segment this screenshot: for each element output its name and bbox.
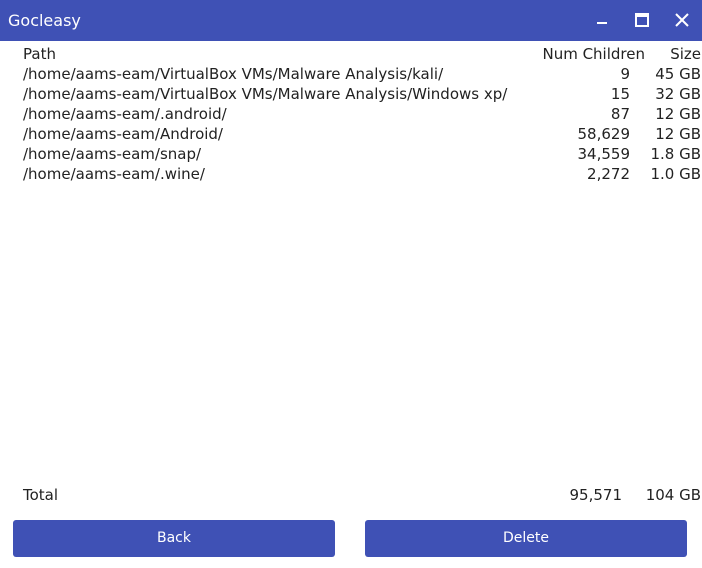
maximize-icon (635, 13, 649, 27)
minimize-button[interactable] (582, 0, 622, 41)
minimize-icon (597, 22, 607, 24)
row-path: /home/aams-eam/Android/ (23, 125, 223, 143)
column-header-path[interactable]: Path (23, 44, 56, 64)
row-children: 15 (610, 85, 630, 103)
column-header-children[interactable]: Num Children (542, 44, 645, 64)
row-children: 34,559 (577, 145, 631, 163)
row-size: 45 GB (655, 65, 701, 83)
row-size: 12 GB (655, 105, 701, 123)
row-path: /home/aams-eam/snap/ (23, 145, 202, 163)
column-header-size[interactable]: Size (670, 44, 701, 64)
row-children: 58,629 (577, 125, 631, 143)
row-size: 1.0 GB (650, 165, 701, 183)
back-button[interactable]: Back (13, 520, 335, 557)
maximize-button[interactable] (622, 0, 662, 41)
table-header: Path Num Children Size (0, 44, 702, 64)
table-row[interactable]: /home/aams-eam/.wine/ 2,272 1.0 GB (0, 164, 702, 184)
table-row[interactable]: /home/aams-eam/.android/ 87 12 GB (0, 104, 702, 124)
row-size: 32 GB (655, 85, 701, 103)
close-button[interactable] (662, 0, 702, 41)
delete-button[interactable]: Delete (365, 520, 687, 557)
row-children: 9 (620, 65, 630, 83)
title-bar[interactable]: Gocleasy (0, 0, 702, 41)
total-size: 104 GB (645, 486, 701, 504)
table-row[interactable]: /home/aams-eam/VirtualBox VMs/Malware An… (0, 64, 702, 84)
row-path: /home/aams-eam/VirtualBox VMs/Malware An… (23, 85, 508, 103)
row-size: 1.8 GB (650, 145, 701, 163)
total-children: 95,571 (569, 486, 623, 504)
close-icon (675, 13, 689, 27)
row-children: 2,272 (587, 165, 630, 183)
results-table: Path Num Children Size /home/aams-eam/Vi… (0, 44, 702, 184)
total-row: Total 95,571 104 GB (0, 485, 702, 505)
row-path: /home/aams-eam/VirtualBox VMs/Malware An… (23, 65, 444, 83)
row-path: /home/aams-eam/.wine/ (23, 165, 205, 183)
window-title: Gocleasy (8, 11, 81, 30)
row-path: /home/aams-eam/.android/ (23, 105, 227, 123)
app-window: Gocleasy Path Num Children Size /home/aa… (0, 0, 702, 568)
table-row[interactable]: /home/aams-eam/VirtualBox VMs/Malware An… (0, 84, 702, 104)
table-row[interactable]: /home/aams-eam/Android/ 58,629 12 GB (0, 124, 702, 144)
table-row[interactable]: /home/aams-eam/snap/ 34,559 1.8 GB (0, 144, 702, 164)
total-label: Total (23, 486, 59, 504)
row-size: 12 GB (655, 125, 701, 143)
row-children: 87 (610, 105, 630, 123)
